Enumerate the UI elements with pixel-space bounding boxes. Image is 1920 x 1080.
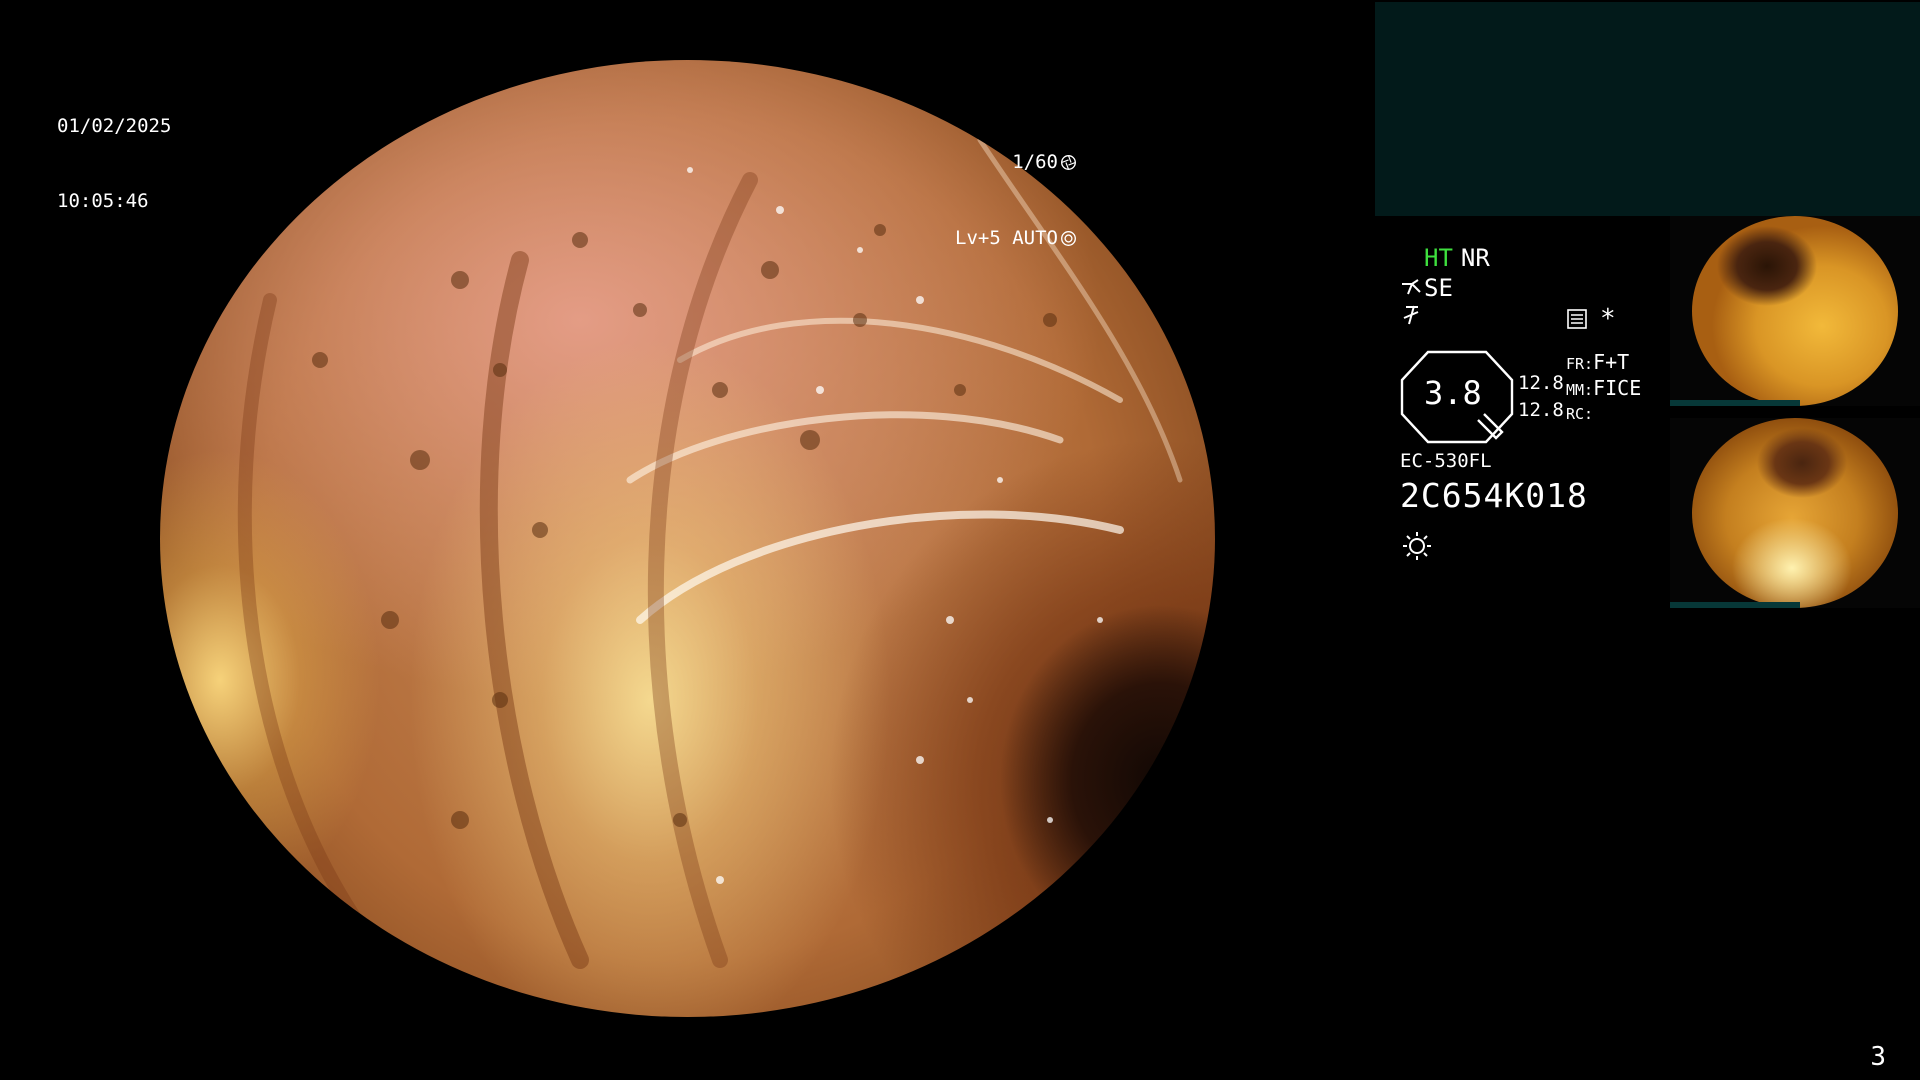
flash-icon — [1400, 304, 1422, 332]
value-1: 12.8 — [1518, 372, 1564, 394]
datetime-display: 01/02/2025 10:05:46 — [57, 64, 171, 264]
scope-icon — [1402, 279, 1421, 295]
se-label: SE — [1424, 274, 1453, 302]
light-icon — [1403, 532, 1431, 560]
menu-icon — [1567, 309, 1587, 329]
thumbnail-1[interactable] — [1670, 216, 1920, 406]
page-number: 3 — [1870, 1042, 1886, 1072]
date-text: 01/02/2025 — [57, 115, 172, 137]
thumbnail-bar-1 — [1670, 400, 1800, 406]
shutter-icon — [1061, 154, 1076, 170]
shutter-text: 1/60 — [1012, 150, 1058, 173]
measure-values: 12.8 12.8 — [1518, 370, 1564, 424]
thumbnail-image-2 — [1692, 418, 1898, 608]
time-text: 10:05:46 — [57, 190, 149, 212]
mm-label: MM: — [1566, 381, 1594, 399]
enhancement-line: HT NR — [1424, 244, 1490, 272]
iris-text: Lv+5 AUTO — [955, 226, 1058, 249]
exposure-display: 1/60 Lv+5 AUTO — [955, 99, 1077, 301]
mode-labels: FR:F+T MM:FICE RC: — [1566, 350, 1641, 426]
scope-model: EC-530FL — [1400, 450, 1492, 472]
nr-label: NR — [1460, 244, 1490, 272]
fr-label: FR: — [1566, 355, 1594, 373]
thumbnail-bar-2 — [1670, 602, 1800, 608]
star-marker: * — [1600, 304, 1616, 334]
zoom-value: 3.8 — [1424, 374, 1482, 412]
thumbnail-2[interactable] — [1670, 418, 1920, 608]
info-panel-top — [1375, 2, 1920, 216]
structure-line: SE — [1400, 274, 1453, 302]
scope-serial: 2C654K018 — [1400, 476, 1588, 515]
endoscopy-screen: 01/02/2025 10:05:46 1/60 Lv+5 AUTO HTNR — [0, 0, 1920, 1080]
iris-icon — [1061, 230, 1076, 246]
mm-value: FICE — [1593, 376, 1642, 400]
fr-value: F+T — [1593, 350, 1630, 374]
thumbnail-image-1 — [1692, 216, 1898, 406]
value-2: 12.8 — [1518, 399, 1564, 421]
status-panel: HT NR SE * 3.8 12.8 12.8 FR:F+T MM:FICE … — [1400, 240, 1660, 570]
ht-label: HT — [1424, 244, 1453, 272]
rc-label: RC: — [1566, 405, 1594, 423]
